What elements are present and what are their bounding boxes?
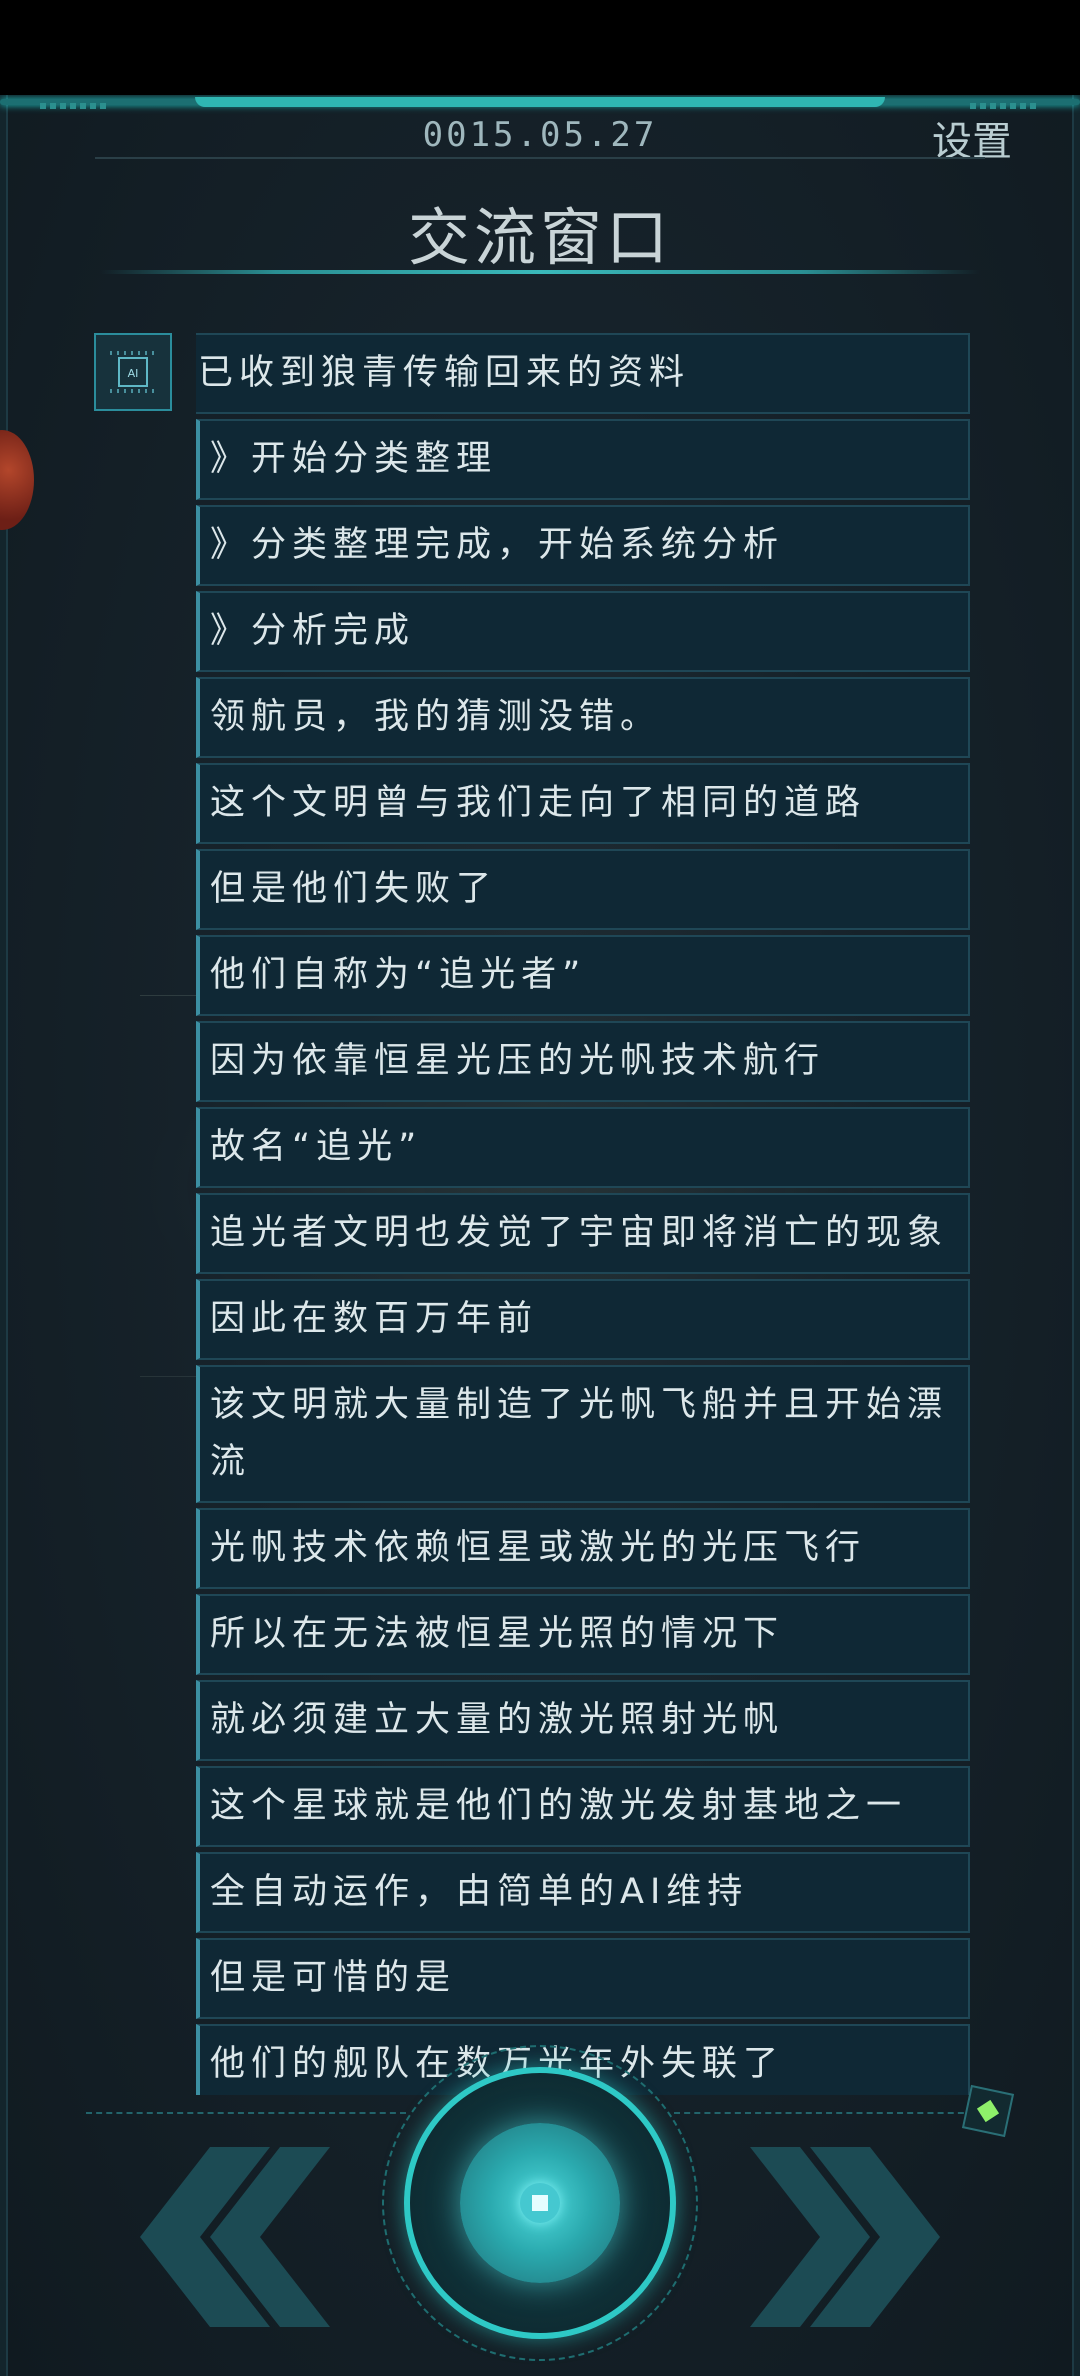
message-item: 光帆技术依赖恒星或激光的光压飞行 [196, 1508, 970, 1589]
previous-button[interactable] [100, 2147, 330, 2327]
message-item: 但是他们失败了 [196, 849, 970, 930]
message-item: 》分析完成 [196, 591, 970, 672]
frame-edge-right [1072, 95, 1080, 2376]
message-item: 因此在数百万年前 [196, 1279, 970, 1360]
double-chevron-left-icon [140, 2147, 330, 2327]
page-title: 交流窗口 [407, 201, 672, 274]
ai-chip-icon: AI [94, 333, 172, 411]
planet-graphic [0, 430, 34, 530]
message-item: 领航员，我的猜测没错。 [196, 677, 970, 758]
ai-chip-label: AI [118, 357, 148, 387]
stop-button[interactable] [382, 2045, 698, 2361]
message-item: 》分类整理完成，开始系统分析 [196, 505, 970, 586]
message-item: 故名“追光” [196, 1107, 970, 1188]
message-item: 该文明就大量制造了光帆飞船并且开始漂流 [196, 1365, 970, 1503]
gem-icon[interactable] [961, 2084, 1015, 2138]
game-screen: 0015.05.27 设置 交流窗口 AI 已收到狼青传输回来的资料 》开始分类… [0, 95, 1080, 2376]
stop-icon [520, 2183, 560, 2223]
message-item: 因为依靠恒星光压的光帆技术航行 [196, 1021, 970, 1102]
message-item: 》开始分类整理 [196, 419, 970, 500]
message-item: 但是可惜的是 [196, 1938, 970, 2019]
message-item: 所以在无法被恒星光照的情况下 [196, 1594, 970, 1675]
message-item: 全自动运作，由简单的AI维持 [196, 1852, 970, 1933]
message-item: 就必须建立大量的激光照射光帆 [196, 1680, 970, 1761]
header-divider [95, 157, 985, 159]
message-item: 他们自称为“追光者” [196, 935, 970, 1016]
control-line-right [674, 2112, 974, 2114]
date-display: 0015.05.27 [422, 115, 658, 155]
message-list[interactable]: 已收到狼青传输回来的资料 》开始分类整理 》分类整理完成，开始系统分析 》分析完… [196, 333, 970, 2095]
message-item: 已收到狼青传输回来的资料 [196, 333, 970, 414]
double-chevron-right-icon [750, 2147, 940, 2327]
title-underline [100, 270, 980, 274]
next-button[interactable] [750, 2147, 980, 2327]
control-line-left [86, 2112, 406, 2114]
top-rail [0, 95, 1080, 113]
message-item: 这个星球就是他们的激光发射基地之一 [196, 1766, 970, 1847]
message-item: 这个文明曾与我们走向了相同的道路 [196, 763, 970, 844]
message-item: 追光者文明也发觉了宇宙即将消亡的现象 [196, 1193, 970, 1274]
